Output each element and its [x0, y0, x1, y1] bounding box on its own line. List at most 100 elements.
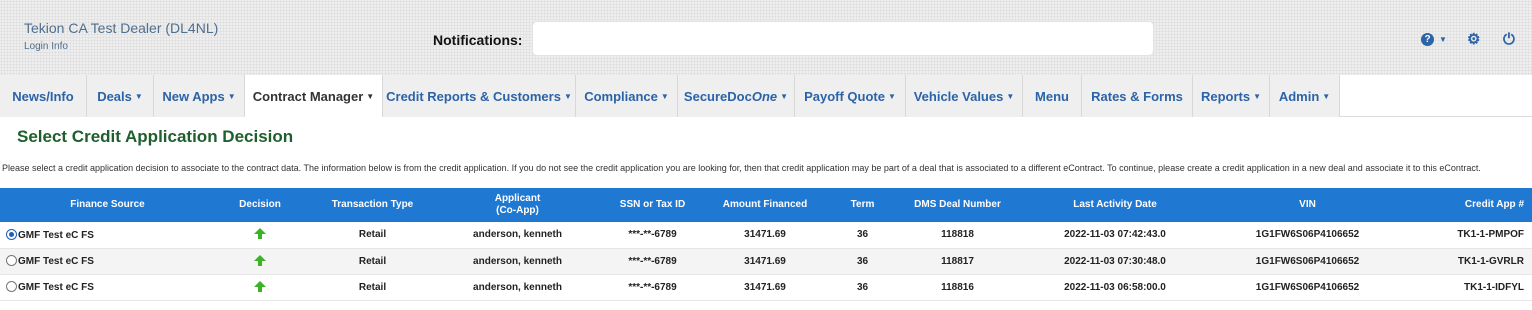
credit-app-cell: TK1-1-PMPOF: [1395, 222, 1532, 249]
tab-vehicle-values[interactable]: Vehicle Values ▼: [906, 75, 1023, 117]
applicant-cell: anderson, kenneth: [440, 274, 595, 301]
tab-new-apps[interactable]: New Apps ▼: [154, 75, 245, 117]
login-info-link[interactable]: Login Info: [24, 41, 68, 52]
ssn-cell: ***-**-6789: [595, 248, 710, 275]
last-activity-date-cell: 2022-11-03 07:42:43.0: [1010, 222, 1220, 249]
col-decision: Decision: [215, 188, 305, 222]
tab-label: New Apps: [162, 88, 225, 104]
col-ssn: SSN or Tax ID: [595, 188, 710, 222]
vin-cell: 1G1FW6S06P4106652: [1220, 222, 1395, 249]
table-row[interactable]: GMF Test eC FS Retail anderson, kenneth …: [0, 248, 1532, 275]
help-icon: ?: [1421, 32, 1434, 46]
gear-icon[interactable]: ⚙: [1467, 29, 1480, 49]
col-vin: VIN: [1220, 188, 1395, 222]
col-last-activity-date: Last Activity Date: [1010, 188, 1220, 222]
ssn-cell: ***-**-6789: [595, 222, 710, 249]
decision-cell: [215, 248, 305, 275]
col-co-app-label: (Co-App): [496, 205, 539, 216]
tab-menu[interactable]: Menu: [1023, 75, 1082, 117]
chevron-down-icon: ▼: [134, 91, 143, 101]
col-term: Term: [820, 188, 905, 222]
main-nav: News/Info Deals ▼ New Apps ▼ Contract Mana…: [0, 75, 1532, 117]
transaction-type-cell: Retail: [305, 248, 440, 275]
amount-financed-cell: 31471.69: [710, 222, 820, 249]
applicant-cell: anderson, kenneth: [440, 248, 595, 275]
tab-label-em: One: [751, 88, 778, 104]
select-radio[interactable]: [6, 281, 17, 292]
transaction-type-cell: Retail: [305, 222, 440, 249]
tab-admin[interactable]: Admin ▼: [1270, 75, 1340, 117]
tab-compliance[interactable]: Compliance ▼: [576, 75, 678, 117]
chevron-down-icon: ▼: [366, 91, 375, 101]
tab-label: Menu: [1035, 88, 1069, 104]
term-cell: 36: [820, 248, 905, 275]
col-dms-deal-number: DMS Deal Number: [905, 188, 1010, 222]
page-description: Please select a credit application decis…: [2, 163, 1481, 173]
finance-source-cell: GMF Test eC FS: [0, 248, 215, 275]
tab-label: Deals: [97, 88, 132, 104]
col-credit-app: Credit App #: [1395, 188, 1532, 222]
tab-label: News/Info: [12, 88, 74, 104]
dealer-name: Tekion CA Test Dealer (DL4NL): [24, 20, 219, 36]
tab-label: Payoff Quote: [804, 88, 885, 104]
app-header: Tekion CA Test Dealer (DL4NL) Login Info…: [0, 0, 1532, 75]
table-header-row: Finance Source Decision Transaction Type…: [0, 188, 1532, 222]
arrow-up-icon: [254, 228, 266, 240]
arrow-up-icon: [254, 280, 266, 292]
chevron-down-icon: ▼: [660, 91, 669, 101]
tab-reports[interactable]: Reports ▼: [1193, 75, 1270, 117]
dms-deal-number-cell: 118817: [905, 248, 1010, 275]
finance-source-cell: GMF Test eC FS: [0, 274, 215, 301]
term-cell: 36: [820, 222, 905, 249]
amount-financed-cell: 31471.69: [710, 248, 820, 275]
vin-cell: 1G1FW6S06P4106652: [1220, 274, 1395, 301]
arrow-up-icon: [254, 254, 266, 266]
notifications-label: Notifications:: [433, 32, 523, 48]
chevron-down-icon: ▼: [780, 91, 789, 101]
help-menu-button[interactable]: ? ▼: [1421, 29, 1447, 49]
credit-application-table: Finance Source Decision Transaction Type…: [0, 188, 1532, 301]
col-applicant: Applicant (Co-App): [440, 188, 595, 222]
tab-news-info[interactable]: News/Info: [0, 75, 87, 117]
transaction-type-cell: Retail: [305, 274, 440, 301]
notifications-box: [532, 21, 1154, 56]
chevron-down-icon: ▼: [887, 91, 896, 101]
power-icon[interactable]: ⏻: [1503, 29, 1515, 49]
tab-rates-forms[interactable]: Rates & Forms: [1082, 75, 1193, 117]
finance-source-value: GMF Test eC FS: [18, 282, 94, 293]
tab-label: Compliance: [584, 88, 658, 104]
tab-label: Rates & Forms: [1091, 88, 1183, 104]
credit-app-cell: TK1-1-IDFYL: [1395, 274, 1532, 301]
table-row[interactable]: GMF Test eC FS Retail anderson, kenneth …: [0, 274, 1532, 301]
dms-deal-number-cell: 118818: [905, 222, 1010, 249]
col-applicant-label: Applicant: [494, 193, 541, 204]
vin-cell: 1G1FW6S06P4106652: [1220, 248, 1395, 275]
table-row[interactable]: GMF Test eC FS Retail anderson, kenneth …: [0, 222, 1532, 249]
finance-source-cell: GMF Test eC FS: [0, 222, 215, 249]
tab-label: Credit Reports & Customers: [386, 88, 561, 104]
col-finance-source: Finance Source: [0, 188, 215, 222]
last-activity-date-cell: 2022-11-03 06:58:00.0: [1010, 274, 1220, 301]
dms-deal-number-cell: 118816: [905, 274, 1010, 301]
tab-label: Contract Manager: [252, 88, 364, 104]
finance-source-value: GMF Test eC FS: [18, 229, 94, 241]
tab-deals[interactable]: Deals ▼: [87, 75, 154, 117]
page-title: Select Credit Application Decision: [17, 127, 294, 146]
chevron-down-icon: ▼: [1439, 34, 1447, 44]
decision-cell: [215, 274, 305, 301]
col-transaction-type: Transaction Type: [305, 188, 440, 222]
finance-source-value: GMF Test eC FS: [18, 256, 94, 267]
select-radio[interactable]: [6, 228, 17, 240]
last-activity-date-cell: 2022-11-03 07:30:48.0: [1010, 248, 1220, 275]
tab-credit-reports-customers[interactable]: Credit Reports & Customers ▼: [383, 75, 576, 117]
credit-app-cell: TK1-1-GVRLR: [1395, 248, 1532, 275]
chevron-down-icon: ▼: [1253, 91, 1262, 101]
tab-contract-manager[interactable]: Contract Manager ▼: [245, 75, 383, 117]
chevron-down-icon: ▼: [1322, 91, 1331, 101]
tab-label: Reports: [1200, 88, 1251, 104]
applicant-cell: anderson, kenneth: [440, 222, 595, 249]
tab-payoff-quote[interactable]: Payoff Quote ▼: [795, 75, 906, 117]
tab-securedocone[interactable]: SecureDoc One ▼: [678, 75, 795, 117]
col-amount-financed: Amount Financed: [710, 188, 820, 222]
select-radio[interactable]: [6, 255, 17, 266]
